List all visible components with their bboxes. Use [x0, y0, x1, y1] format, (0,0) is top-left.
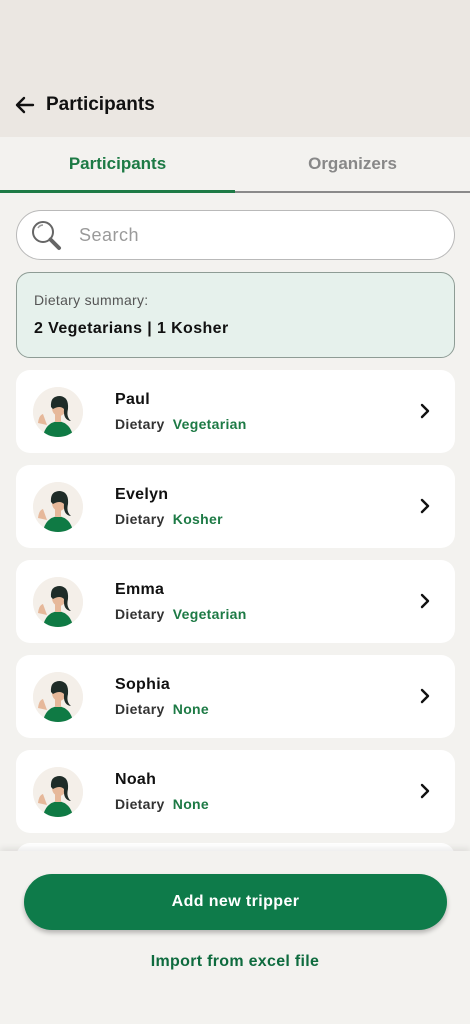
dietary-value: None — [172, 701, 209, 717]
bottom-action-panel: Add new tripper Import from excel file — [0, 851, 470, 1024]
participant-card[interactable]: Evelyn Dietary Kosher — [16, 465, 455, 548]
avatar — [33, 671, 83, 722]
dietary-label: Dietary — [115, 416, 165, 432]
tab-bar: Participants Organizers — [0, 137, 470, 193]
search-icon — [32, 221, 61, 250]
participant-text: Sophia Dietary None — [115, 676, 209, 717]
dietary-label: Dietary — [115, 796, 165, 812]
participant-card[interactable]: Emma Dietary Vegetarian — [16, 560, 455, 643]
import-excel-link[interactable]: Import from excel file — [0, 953, 470, 971]
tab-participants[interactable]: Participants — [0, 137, 235, 193]
participant-name: Evelyn — [115, 486, 169, 503]
arrow-left-icon — [15, 96, 35, 114]
participant-name: Noah — [115, 771, 157, 788]
dietary-summary-card: Dietary summary: 2 Vegetarians | 1 Koshe… — [16, 272, 455, 358]
participant-name: Paul — [115, 391, 150, 408]
participant-text: Evelyn Dietary Kosher — [115, 486, 223, 527]
dietary-value: Vegetarian — [172, 416, 247, 432]
avatar — [33, 766, 83, 817]
tab-organizers[interactable]: Organizers — [235, 137, 470, 191]
participant-dietary: Dietary Vegetarian — [115, 416, 247, 432]
avatar — [33, 386, 83, 437]
chevron-right-icon — [420, 593, 430, 609]
dietary-label: Dietary — [115, 511, 165, 527]
dietary-label: Dietary — [115, 701, 165, 717]
participant-dietary: Dietary Vegetarian — [115, 606, 247, 622]
participant-dietary: Dietary None — [115, 701, 209, 717]
search-input[interactable] — [79, 224, 409, 246]
dietary-value: Kosher — [172, 511, 223, 527]
participant-text: Noah Dietary None — [115, 771, 209, 812]
search-bar — [16, 210, 455, 260]
dietary-summary-label: Dietary summary: — [34, 292, 149, 308]
participant-card[interactable]: Paul Dietary Vegetarian — [16, 370, 455, 453]
avatar — [33, 481, 83, 532]
participant-dietary: Dietary None — [115, 796, 209, 812]
avatar — [33, 576, 83, 627]
chevron-right-icon — [420, 688, 430, 704]
participant-text: Emma Dietary Vegetarian — [115, 581, 247, 622]
dietary-label: Dietary — [115, 606, 165, 622]
participant-list: Paul Dietary Vegetarian Evelyn Dietary K… — [16, 370, 455, 845]
participant-dietary: Dietary Kosher — [115, 511, 223, 527]
chevron-right-icon — [420, 783, 430, 799]
back-button[interactable] — [10, 90, 40, 120]
dietary-summary-value: 2 Vegetarians | 1 Kosher — [34, 320, 229, 337]
participant-text: Paul Dietary Vegetarian — [115, 391, 247, 432]
participant-name: Sophia — [115, 676, 171, 693]
app-header: Participants — [0, 84, 470, 126]
participant-card[interactable]: Sophia Dietary None — [16, 655, 455, 738]
participant-card[interactable]: Noah Dietary None — [16, 750, 455, 833]
chevron-right-icon — [420, 498, 430, 514]
chevron-right-icon — [420, 403, 430, 419]
participant-name: Emma — [115, 581, 165, 598]
dietary-value: None — [172, 796, 209, 812]
page-title: Participants — [46, 94, 155, 115]
dietary-value: Vegetarian — [172, 606, 247, 622]
add-new-tripper-button[interactable]: Add new tripper — [24, 874, 447, 930]
